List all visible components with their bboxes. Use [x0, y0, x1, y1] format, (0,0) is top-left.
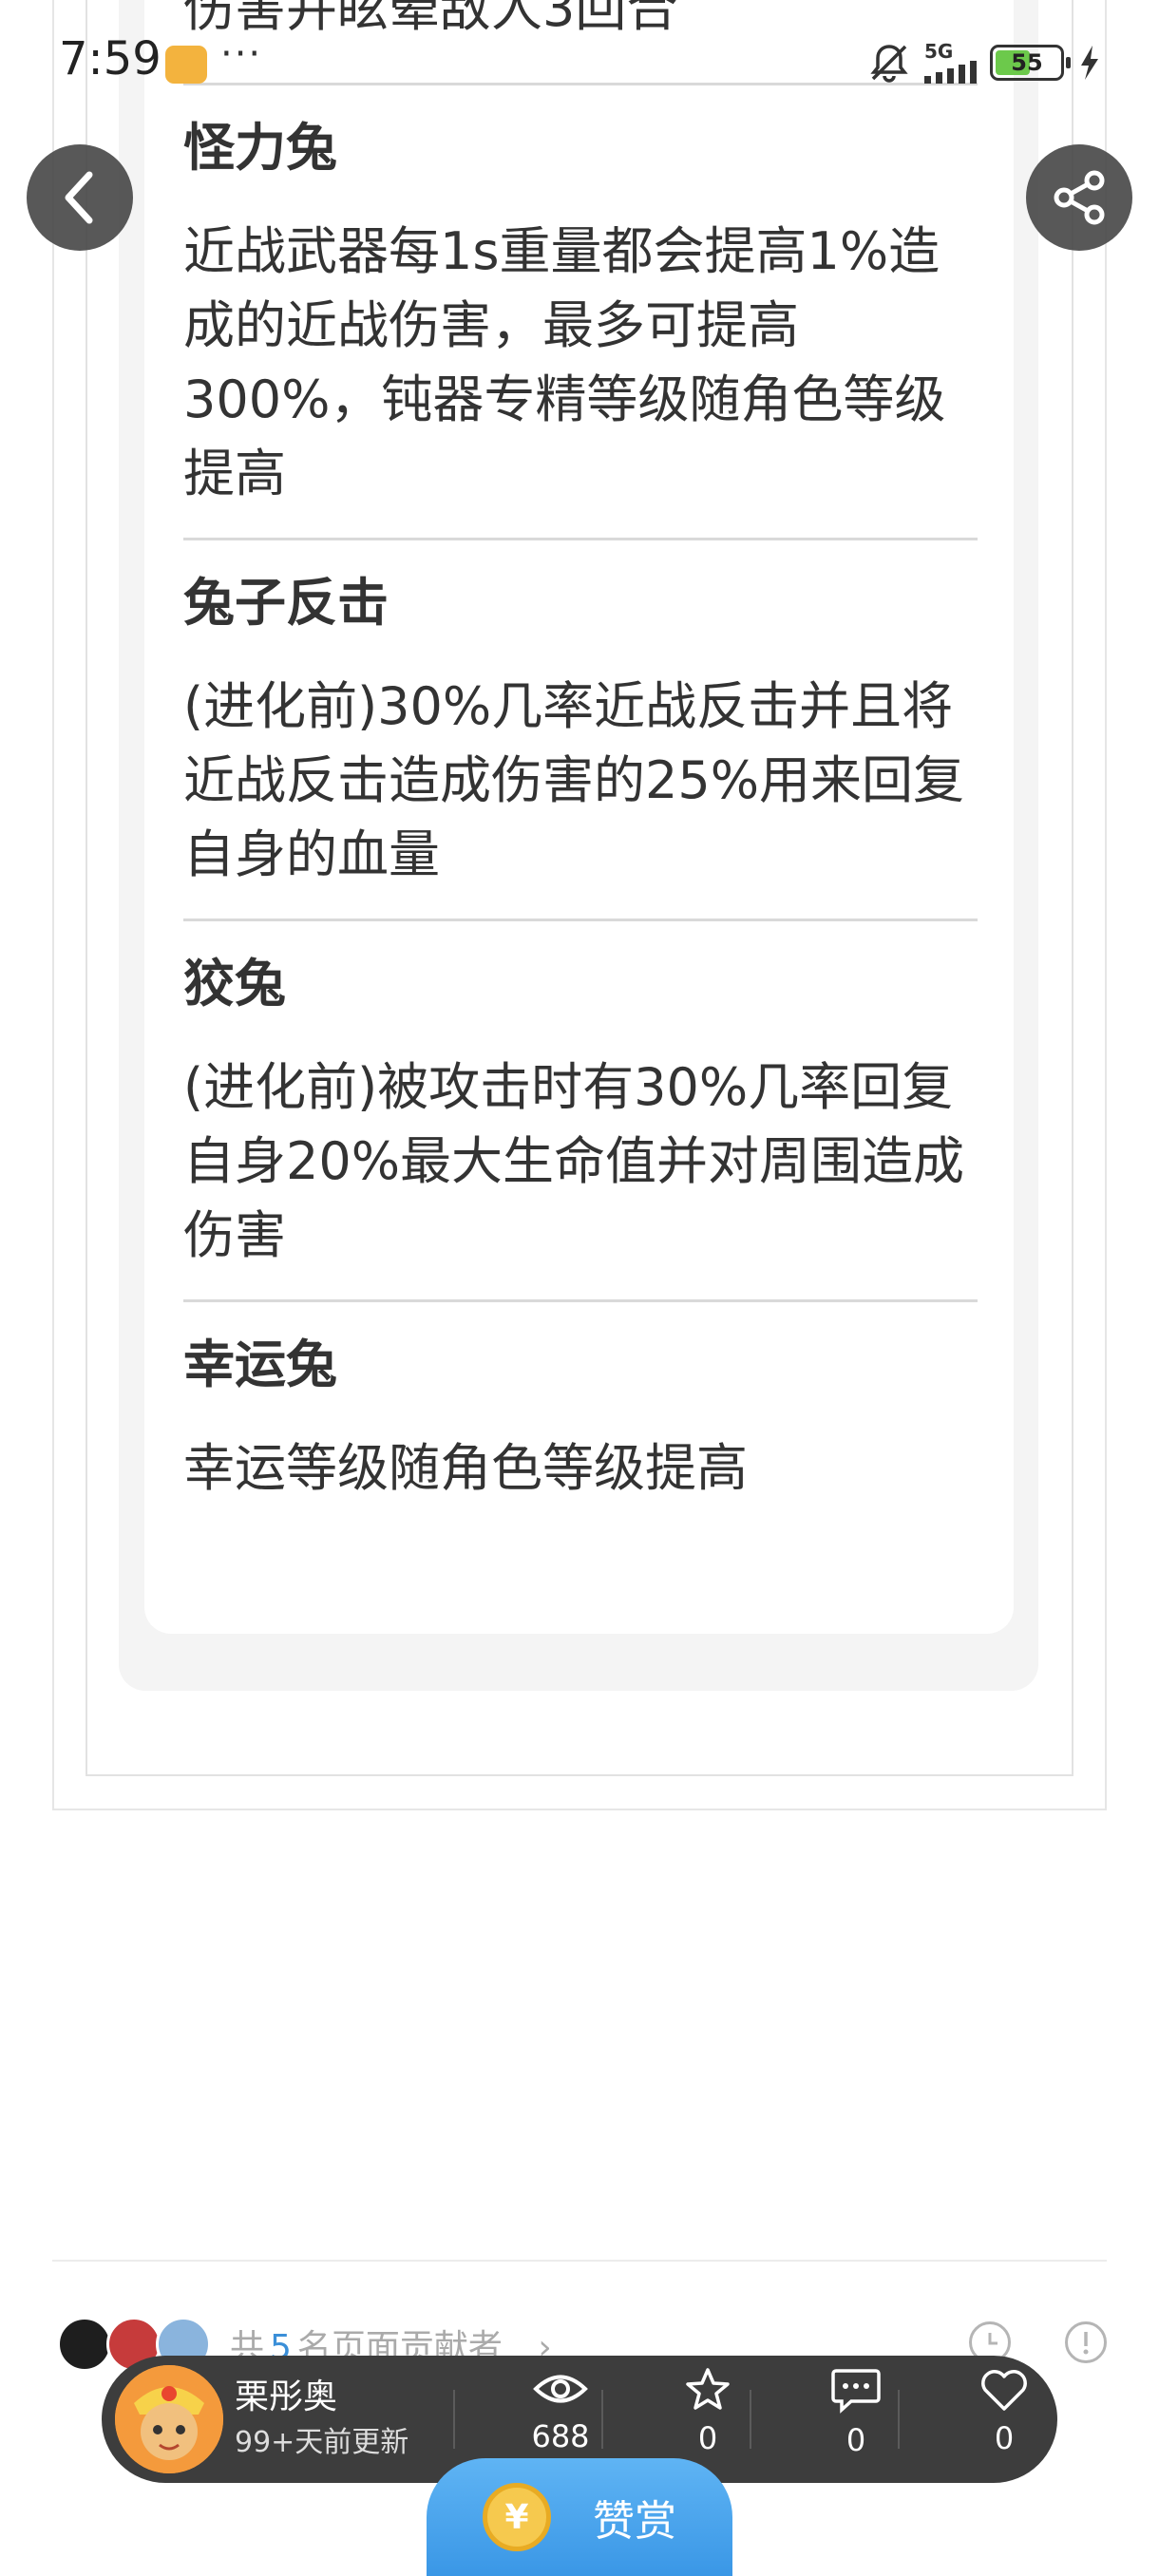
- section-title: 幸运兔: [183, 1335, 337, 1394]
- separator: [750, 2390, 751, 2449]
- mute-bell-icon: [870, 45, 908, 83]
- section-strength-rabbit: 怪力兔 近战武器每1s重量都会提高1%造成的近战伤害，最多可提高300%，钝器专…: [183, 118, 978, 511]
- signal-icon: [924, 61, 977, 84]
- share-button[interactable]: [1026, 144, 1132, 251]
- battery-level: 55: [1011, 49, 1043, 76]
- status-time: 7:59: [59, 32, 162, 85]
- reward-label: 赞赏: [593, 2497, 676, 2546]
- separator: [601, 2390, 603, 2449]
- contributor-avatar: [57, 2317, 112, 2372]
- share-icon: [1054, 170, 1105, 225]
- section-rabbit-counter: 兔子反击 (进化前)30%几率近战反击并且将近战反击造成伤害的25%用来回复自身…: [183, 573, 978, 892]
- section-desc: (进化前)30%几率近战反击并且将近战反击造成伤害的25%用来回复自身的血量: [183, 676, 965, 884]
- wiki-page: 伤害并眩晕敌人3回合 怪力兔 近战武器每1s重量都会提高1%造成的近战伤害，最多…: [0, 0, 1159, 2576]
- bottom-divider: [52, 2260, 1107, 2262]
- star-icon: [686, 2368, 730, 2410]
- battery-icon: 55: [990, 45, 1071, 81]
- divider: [183, 919, 978, 921]
- warning-icon: [1083, 2332, 1089, 2355]
- section-title: 兔子反击: [183, 573, 389, 633]
- status-icons: 5G 55: [867, 38, 1102, 87]
- more-notifications-icon: ···: [220, 32, 263, 76]
- chevron-left-icon: [65, 171, 93, 224]
- views-count: 688: [531, 2418, 590, 2454]
- coin-icon: ¥: [483, 2483, 551, 2551]
- favorites-count: 0: [697, 2420, 718, 2456]
- skill-list: 伤害并眩晕敌人3回合 怪力兔 近战武器每1s重量都会提高1%造成的近战伤害，最多…: [183, 0, 978, 1506]
- notes-app-icon: [165, 46, 207, 84]
- heart-icon: [981, 2370, 1027, 2411]
- author-avatar-image: [115, 2365, 223, 2473]
- author-avatar[interactable]: [115, 2365, 223, 2473]
- separator: [453, 2390, 455, 2449]
- section-lucky-rabbit: 幸运兔 幸运等级随角色等级提高: [183, 1335, 978, 1506]
- comment-icon: [831, 2369, 881, 2414]
- charging-bolt-icon: [1081, 46, 1098, 80]
- section-title: 狡兔: [183, 954, 286, 1013]
- like-button[interactable]: 0: [930, 2367, 1078, 2473]
- separator: [898, 2390, 900, 2449]
- divider: [183, 1299, 978, 1302]
- author-name: 栗彤奥: [235, 2377, 338, 2416]
- comments-count: 0: [846, 2422, 866, 2458]
- eye-icon: [533, 2375, 588, 2403]
- reward-button[interactable]: ¥ 赞赏: [427, 2458, 732, 2576]
- signal-indicator: 5G: [924, 42, 977, 84]
- divider: [183, 538, 978, 540]
- network-type: 5G: [924, 40, 954, 63]
- report-button[interactable]: [1065, 2321, 1107, 2363]
- comment-button[interactable]: 0: [782, 2367, 930, 2473]
- author-info[interactable]: 栗彤奥 99+天前更新: [235, 2377, 408, 2464]
- section-desc: (进化前)被攻击时有30%几率回复自身20%最大生命值并对周围造成伤害: [183, 1057, 965, 1265]
- section-title: 怪力兔: [183, 118, 337, 178]
- section-desc: 近战武器每1s重量都会提高1%造成的近战伤害，最多可提高300%，钝器专精等级随…: [183, 221, 946, 503]
- status-bar: 7:59 ··· 5G 55: [0, 0, 1159, 123]
- likes-count: 0: [994, 2420, 1015, 2456]
- update-time: 99+天前更新: [235, 2426, 409, 2459]
- section-desc: 幸运等级随角色等级提高: [183, 1438, 748, 1498]
- back-button[interactable]: [27, 144, 133, 251]
- section-cunning-rabbit: 狡兔 (进化前)被攻击时有30%几率回复自身20%最大生命值并对周围造成伤害: [183, 954, 978, 1273]
